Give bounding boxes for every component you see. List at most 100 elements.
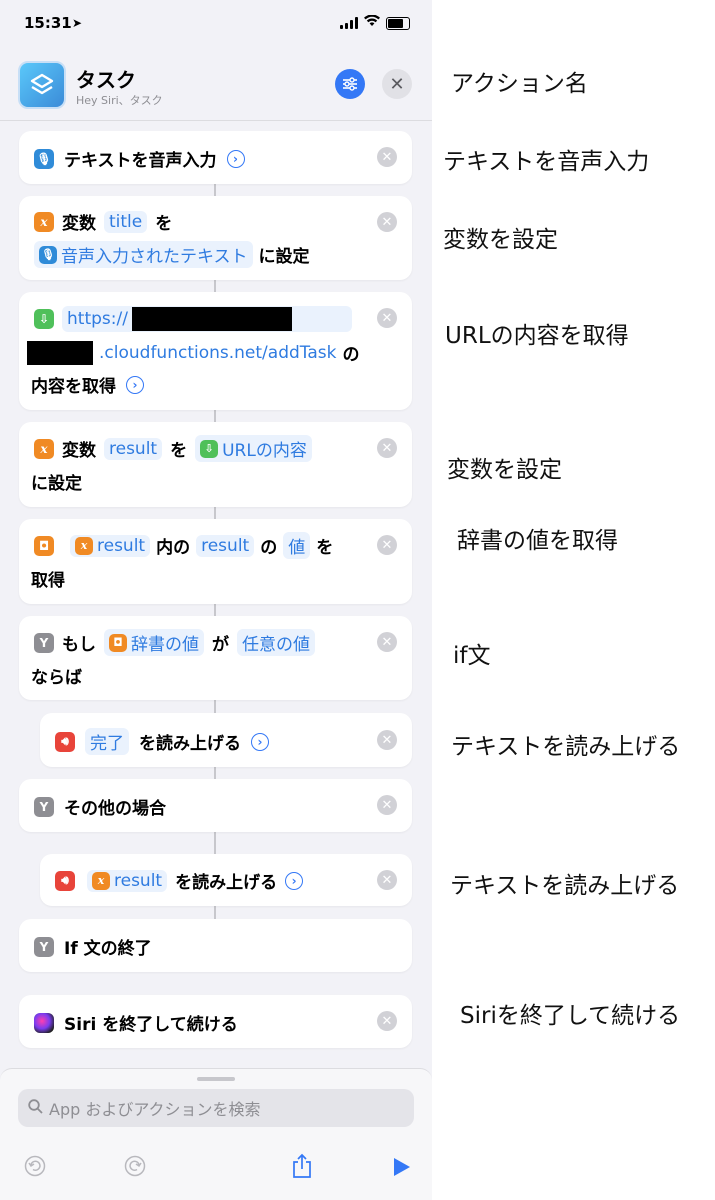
action-search-sheet: App およびアクションを検索 — [0, 1068, 432, 1200]
input-token[interactable]: ◘ 辞書の値 — [104, 629, 204, 656]
action-set-variable-result[interactable]: x 変数 result を ⇩ URLの内容 に設定 ✕ — [19, 422, 412, 507]
text: の — [342, 345, 360, 365]
battery-icon — [386, 16, 410, 30]
shortcut-title[interactable]: タスク — [76, 64, 136, 93]
dictionary-token[interactable]: result — [196, 534, 255, 557]
run-play-icon[interactable] — [391, 1157, 411, 1182]
settings-button[interactable] — [335, 69, 365, 99]
expand-chevron-icon[interactable]: › — [126, 375, 144, 394]
token-label: URLの内容 — [222, 441, 307, 461]
remove-action-button[interactable]: ✕ — [377, 438, 397, 458]
annotation-label: テキストを読み上げる — [450, 873, 680, 899]
shortcut-app-icon[interactable] — [18, 61, 66, 109]
text: に設定 — [31, 474, 82, 494]
token-label: 辞書の値 — [131, 635, 199, 655]
flow-connector — [214, 906, 216, 919]
action-get-url-contents[interactable]: ⇩ https:// .cloudfunctions.net/addTask の… — [19, 292, 412, 410]
token-label: result — [97, 535, 146, 556]
microphone-icon: 🎙︎ — [39, 245, 57, 264]
expand-chevron-icon[interactable]: › — [285, 871, 304, 890]
redo-icon[interactable] — [124, 1155, 146, 1182]
url-token[interactable]: https:// — [62, 306, 352, 332]
sheet-grabber[interactable] — [197, 1077, 235, 1081]
sliders-icon — [343, 77, 357, 91]
action-dictate-text[interactable]: 🎙︎ テキストを音声入力 › ✕ — [19, 131, 412, 184]
remove-action-button[interactable]: ✕ — [377, 535, 397, 555]
wifi-icon — [364, 14, 380, 31]
variable-name-token[interactable]: result — [104, 437, 163, 460]
redacted-block — [27, 340, 93, 365]
status-bar: 15:31 ➤ — [0, 0, 432, 52]
text: ならば — [31, 668, 82, 688]
flow-connector — [214, 767, 216, 779]
expand-chevron-icon[interactable]: › — [226, 149, 245, 168]
branch-icon: Y — [34, 796, 54, 817]
flow-connector — [214, 410, 216, 422]
remove-action-button[interactable]: ✕ — [377, 632, 397, 652]
action-otherwise[interactable]: Y その他の場合 ✕ — [19, 779, 412, 832]
dictionary-icon: ◘ — [109, 633, 127, 652]
action-end-if[interactable]: Y If 文の終了 — [19, 919, 412, 972]
annotation-label: 辞書の値を取得 — [457, 528, 618, 554]
speaker-icon: 🔊︎ — [55, 731, 75, 752]
download-icon: ⇩ — [200, 439, 219, 458]
search-icon — [28, 1098, 43, 1118]
token-label: result — [114, 870, 163, 891]
annotation-label: if文 — [453, 643, 491, 669]
annotation-label: 変数を設定 — [443, 227, 558, 253]
remove-action-button[interactable]: ✕ — [377, 1011, 397, 1031]
expand-chevron-icon[interactable]: › — [251, 732, 269, 751]
remove-action-button[interactable]: ✕ — [377, 870, 397, 890]
redacted-block — [131, 307, 292, 331]
remove-action-button[interactable]: ✕ — [377, 308, 397, 328]
text: を — [316, 538, 334, 558]
remove-action-button[interactable]: ✕ — [377, 147, 397, 167]
action-label: If 文の終了 — [64, 939, 152, 959]
text: を — [155, 214, 173, 234]
flow-connector — [214, 700, 216, 713]
action-search-field[interactable]: App およびアクションを検索 — [18, 1089, 414, 1127]
remove-action-button[interactable]: ✕ — [377, 795, 397, 815]
text-token[interactable]: 完了 — [85, 728, 129, 755]
text: を — [170, 441, 188, 461]
close-button[interactable]: ✕ — [382, 69, 412, 99]
share-icon[interactable] — [291, 1153, 313, 1184]
text: を読み上げる — [175, 873, 278, 893]
action-speak-text[interactable]: 🔊︎ x result を読み上げる › ✕ — [40, 854, 412, 906]
action-if[interactable]: Y もし ◘ 辞書の値 が 任意の値 ならば ✕ — [19, 616, 412, 700]
key-token[interactable]: 値 — [283, 532, 311, 559]
variable-name-token[interactable]: title — [104, 210, 148, 233]
microphone-icon: 🎙︎ — [34, 148, 54, 169]
token-label: 音声入力されたテキスト — [61, 247, 248, 267]
text: に設定 — [258, 247, 310, 267]
shortcut-header: タスク Hey Siri、タスク ✕ — [0, 52, 432, 121]
variable-token[interactable]: x result — [87, 869, 168, 892]
shortcut-subtitle: Hey Siri、タスク — [76, 94, 163, 107]
action-get-dictionary-value[interactable]: ◘ x result 内の result の 値 を 取得 ✕ — [19, 519, 412, 604]
condition-token[interactable]: 任意の値 — [237, 629, 315, 656]
undo-icon[interactable] — [24, 1155, 46, 1182]
flow-connector — [214, 184, 216, 196]
annotation-label: URLの内容を取得 — [445, 323, 629, 349]
action-set-variable-title[interactable]: x 変数 title を 🎙︎ 音声入力されたテキスト に設定 ✕ — [19, 196, 412, 280]
flow-connector — [214, 604, 216, 616]
text: の — [260, 538, 278, 558]
action-dismiss-siri[interactable]: Siri を終了して続ける ✕ — [19, 995, 412, 1048]
annotation-label: テキストを読み上げる — [451, 734, 681, 760]
text: 変数 — [62, 441, 96, 461]
download-icon: ⇩ — [34, 309, 54, 329]
url-domain[interactable]: .cloudfunctions.net/addTask — [99, 343, 336, 363]
action-speak-text[interactable]: 🔊︎ 完了 を読み上げる › ✕ — [40, 713, 412, 767]
variable-token[interactable]: x result — [70, 534, 151, 557]
phone-screen: 15:31 ➤ タスク Hey Siri、タスク ✕ 🎙︎ テキストを音声入力 … — [0, 0, 432, 1200]
siri-icon — [34, 1012, 54, 1033]
input-token[interactable]: 🎙︎ 音声入力されたテキスト — [34, 241, 253, 268]
remove-action-button[interactable]: ✕ — [377, 730, 397, 750]
remove-action-button[interactable]: ✕ — [377, 212, 397, 232]
signal-icon — [340, 17, 358, 29]
input-token[interactable]: ⇩ URLの内容 — [195, 435, 312, 462]
flow-connector — [214, 832, 216, 854]
annotation-label: アクション名 — [451, 71, 588, 97]
variable-icon: x — [75, 536, 93, 555]
speaker-icon: 🔊︎ — [55, 870, 75, 891]
